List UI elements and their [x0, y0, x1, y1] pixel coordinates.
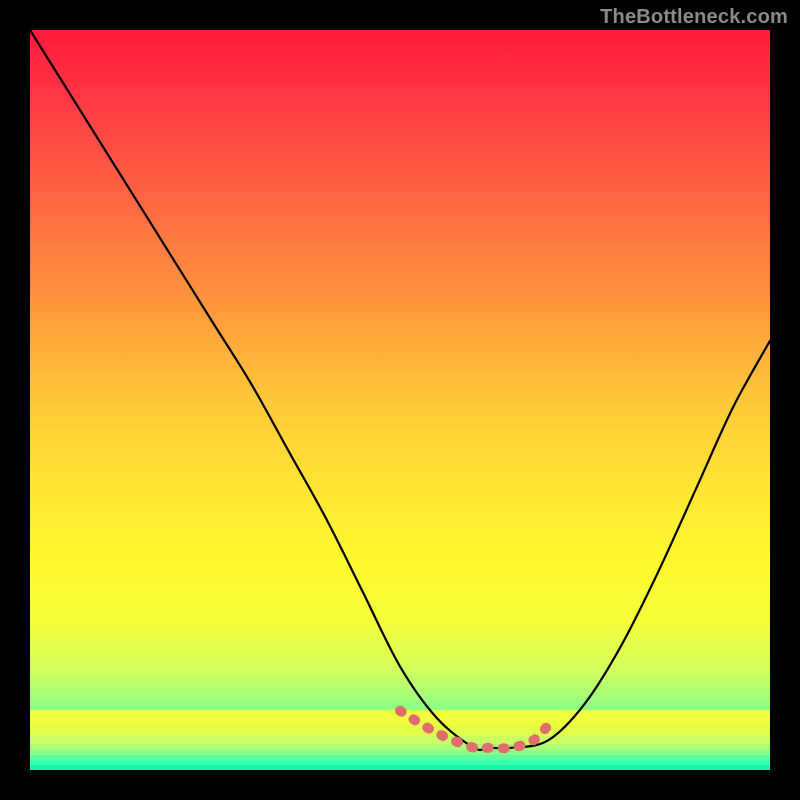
watermark-text: TheBottleneck.com [600, 6, 788, 29]
optimal-band-path [400, 711, 548, 749]
bottleneck-curve-line [30, 30, 770, 750]
chart-svg [30, 30, 770, 770]
optimal-band-overlay [400, 711, 548, 749]
stage: TheBottleneck.com [0, 0, 800, 800]
curve-path [30, 30, 770, 750]
chart-frame [30, 30, 770, 770]
